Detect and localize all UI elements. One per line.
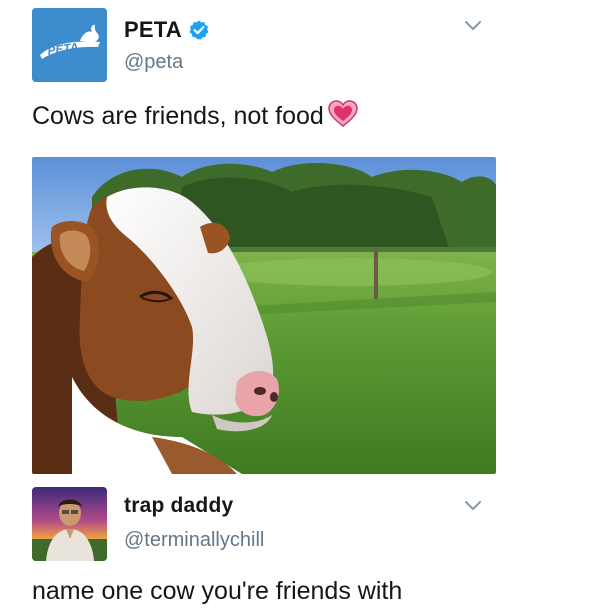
tweet-media-photo[interactable]	[32, 157, 496, 474]
peta-avatar[interactable]: PETA	[32, 8, 107, 82]
chevron-down-icon[interactable]	[464, 20, 482, 32]
handle[interactable]: @terminallychill	[124, 529, 264, 552]
chevron-down-icon[interactable]	[464, 500, 482, 512]
verified-badge-icon	[189, 20, 209, 40]
tweet-reply: trap daddy @terminallychill name one cow…	[0, 480, 602, 611]
heart-emoji-icon	[328, 100, 358, 128]
tweet-text: name one cow you're friends with	[32, 577, 403, 605]
tweet-text-content: Cows are friends, not food	[32, 102, 324, 130]
tweet-text: Cows are friends, not food	[32, 100, 358, 131]
tweet-peta: PETA PETA @peta Cows are friends, not fo…	[0, 0, 602, 480]
handle[interactable]: @peta	[124, 51, 183, 74]
cow-photo	[32, 157, 496, 474]
display-name[interactable]: trap daddy	[124, 494, 233, 518]
display-name[interactable]: PETA	[124, 17, 182, 43]
peta-logo: PETA	[32, 8, 107, 82]
trap-daddy-avatar[interactable]	[32, 487, 107, 561]
avatar-photo	[32, 487, 107, 561]
